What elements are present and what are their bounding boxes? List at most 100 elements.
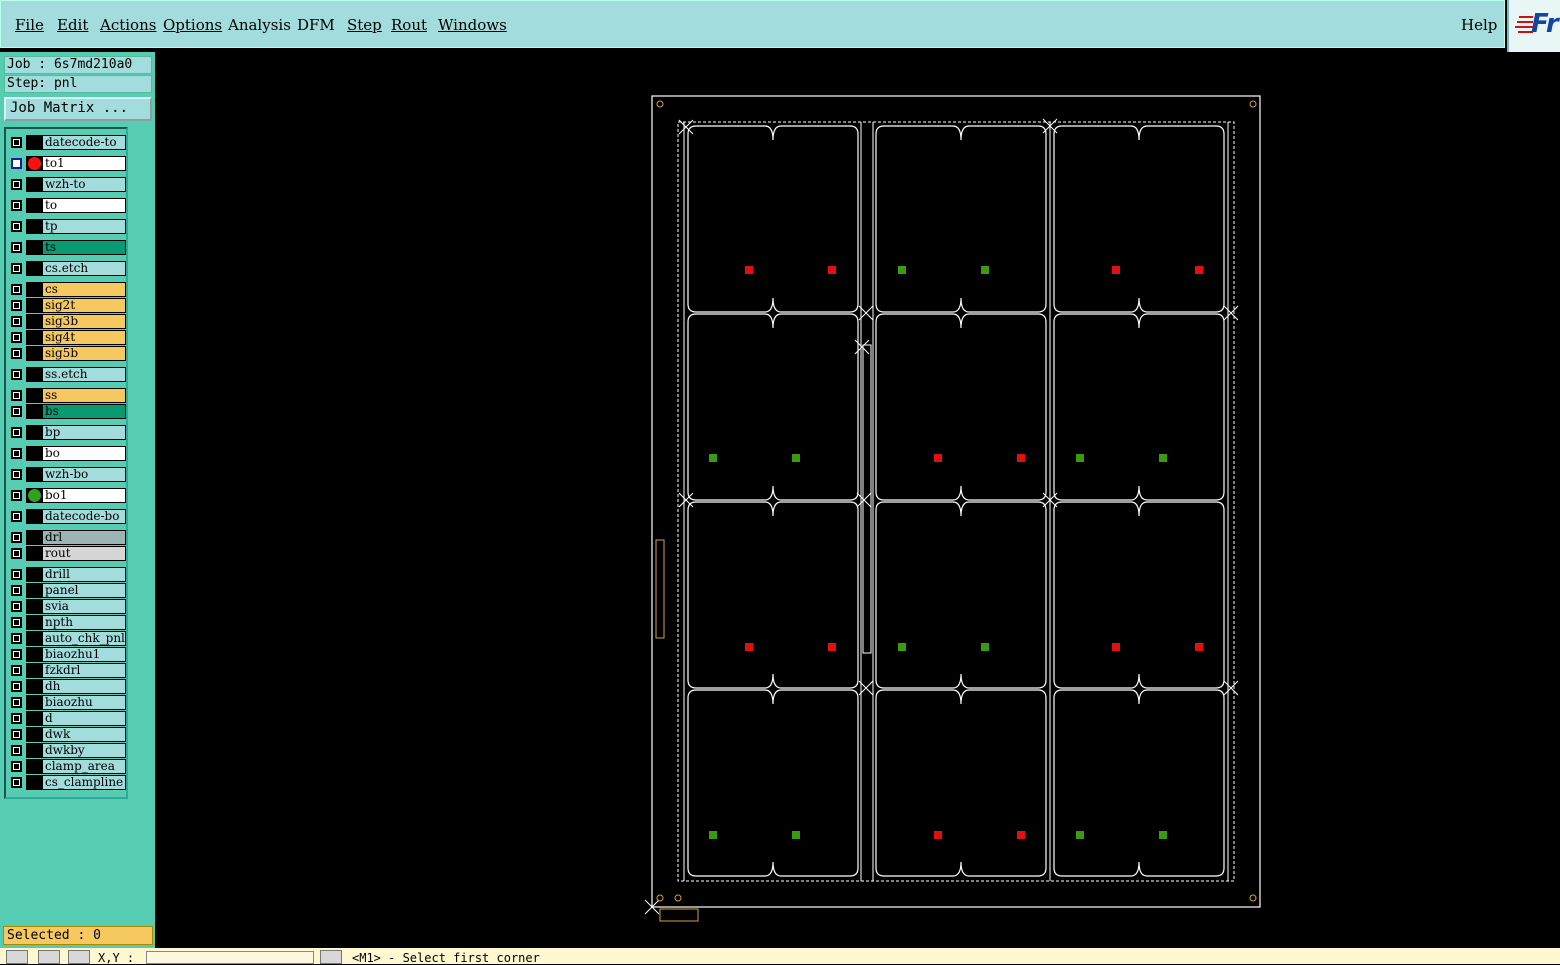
layer-affect-slot[interactable]	[26, 388, 42, 403]
layer-row[interactable]: rout	[8, 546, 126, 561]
layer-affect-slot[interactable]	[26, 314, 42, 329]
layer-name[interactable]: dwkby	[42, 743, 126, 758]
layer-affect-slot[interactable]	[26, 509, 42, 524]
layer-name[interactable]: bs	[42, 404, 126, 419]
layer-affect-slot[interactable]	[26, 198, 42, 213]
layer-name[interactable]: biaozhu	[42, 695, 126, 710]
layer-row[interactable]: fzkdrl	[8, 663, 126, 678]
layer-row[interactable]: panel	[8, 583, 126, 598]
coordinate-input[interactable]	[146, 951, 314, 964]
layer-row[interactable]: ts	[8, 240, 126, 255]
menu-file[interactable]: File	[15, 16, 44, 34]
layer-checkbox[interactable]	[11, 158, 22, 169]
layer-affect-slot[interactable]	[26, 367, 42, 382]
layer-name[interactable]: biaozhu1	[42, 647, 126, 662]
layer-checkbox[interactable]	[11, 777, 22, 788]
layer-checkbox[interactable]	[11, 390, 22, 401]
layer-name[interactable]: fzkdrl	[42, 663, 126, 678]
layer-name[interactable]: bo1	[42, 488, 126, 503]
layer-checkbox[interactable]	[11, 569, 22, 580]
layer-row[interactable]: bo1	[8, 488, 126, 503]
layer-affect-slot[interactable]	[26, 647, 42, 662]
layer-row[interactable]: wzh-to	[8, 177, 126, 192]
layer-affect-slot[interactable]	[26, 546, 42, 561]
layer-row[interactable]: drill	[8, 567, 126, 582]
job-matrix-button[interactable]: Job Matrix ...	[4, 97, 152, 121]
layer-name[interactable]: to	[42, 198, 126, 213]
menu-analysis[interactable]: Analysis	[228, 16, 291, 34]
layer-checkbox[interactable]	[11, 665, 22, 676]
layer-row[interactable]: d	[8, 711, 126, 726]
layer-row[interactable]: ss	[8, 388, 126, 403]
layer-row[interactable]: to1	[8, 156, 126, 171]
layer-name[interactable]: npth	[42, 615, 126, 630]
layer-affect-slot[interactable]	[26, 567, 42, 582]
layer-affect-slot[interactable]	[26, 695, 42, 710]
layer-row[interactable]: dwk	[8, 727, 126, 742]
layer-checkbox[interactable]	[11, 633, 22, 644]
layer-checkbox[interactable]	[11, 469, 22, 480]
layer-checkbox[interactable]	[11, 601, 22, 612]
layer-affect-slot[interactable]	[26, 467, 42, 482]
layer-name[interactable]: datecode-bo	[42, 509, 126, 524]
menu-dfm[interactable]: DFM	[297, 16, 335, 34]
layer-checkbox[interactable]	[11, 284, 22, 295]
layer-affect-slot[interactable]	[26, 743, 42, 758]
layer-row[interactable]: to	[8, 198, 126, 213]
layer-name[interactable]: cs.etch	[42, 261, 126, 276]
layer-checkbox[interactable]	[11, 681, 22, 692]
layer-name[interactable]: tp	[42, 219, 126, 234]
layer-checkbox[interactable]	[11, 761, 22, 772]
layer-name[interactable]: ss.etch	[42, 367, 126, 382]
layer-affect-slot[interactable]	[26, 615, 42, 630]
zoom-icon[interactable]	[6, 950, 28, 964]
layer-checkbox[interactable]	[11, 511, 22, 522]
layer-name[interactable]: sig5b	[42, 346, 126, 361]
layer-checkbox[interactable]	[11, 548, 22, 559]
grid-icon[interactable]	[68, 950, 90, 964]
layer-name[interactable]: ss	[42, 388, 126, 403]
layer-name[interactable]: drl	[42, 530, 126, 545]
layer-affect-slot[interactable]	[26, 219, 42, 234]
layer-checkbox[interactable]	[11, 427, 22, 438]
plus-icon[interactable]	[320, 950, 342, 964]
layer-affect-slot[interactable]	[26, 330, 42, 345]
layer-name[interactable]: d	[42, 711, 126, 726]
layer-affect-slot[interactable]	[26, 583, 42, 598]
layer-affect-slot[interactable]	[26, 446, 42, 461]
layer-checkbox[interactable]	[11, 532, 22, 543]
layer-row[interactable]: sig2t	[8, 298, 126, 313]
layer-checkbox[interactable]	[11, 745, 22, 756]
layer-name[interactable]: rout	[42, 546, 126, 561]
layer-checkbox[interactable]	[11, 490, 22, 501]
layer-name[interactable]: panel	[42, 583, 126, 598]
layer-checkbox[interactable]	[11, 585, 22, 596]
layer-row[interactable]: tp	[8, 219, 126, 234]
graphics-canvas[interactable]	[155, 52, 1560, 948]
layer-affect-slot[interactable]	[26, 631, 42, 646]
layer-row[interactable]: svia	[8, 599, 126, 614]
layer-checkbox[interactable]	[11, 300, 22, 311]
layer-checkbox[interactable]	[11, 242, 22, 253]
layer-name[interactable]: sig2t	[42, 298, 126, 313]
menu-edit[interactable]: Edit	[57, 16, 88, 34]
menu-windows[interactable]: Windows	[438, 16, 507, 34]
layer-checkbox[interactable]	[11, 200, 22, 211]
layer-row[interactable]: drl	[8, 530, 126, 545]
menu-help[interactable]: Help	[1461, 16, 1497, 34]
layer-row[interactable]: sig4t	[8, 330, 126, 345]
layer-checkbox[interactable]	[11, 697, 22, 708]
layer-name[interactable]: sig3b	[42, 314, 126, 329]
layer-row[interactable]: clamp_area	[8, 759, 126, 774]
layer-name[interactable]: clamp_area	[42, 759, 126, 774]
layer-row[interactable]: npth	[8, 615, 126, 630]
menu-options[interactable]: Options	[163, 16, 222, 34]
layer-row[interactable]: bp	[8, 425, 126, 440]
layer-row[interactable]: datecode-bo	[8, 509, 126, 524]
layer-checkbox[interactable]	[11, 406, 22, 417]
layer-name[interactable]: wzh-to	[42, 177, 126, 192]
layer-row[interactable]: cs	[8, 282, 126, 297]
layer-name[interactable]: dh	[42, 679, 126, 694]
layer-checkbox[interactable]	[11, 448, 22, 459]
layer-name[interactable]: to1	[42, 156, 126, 171]
